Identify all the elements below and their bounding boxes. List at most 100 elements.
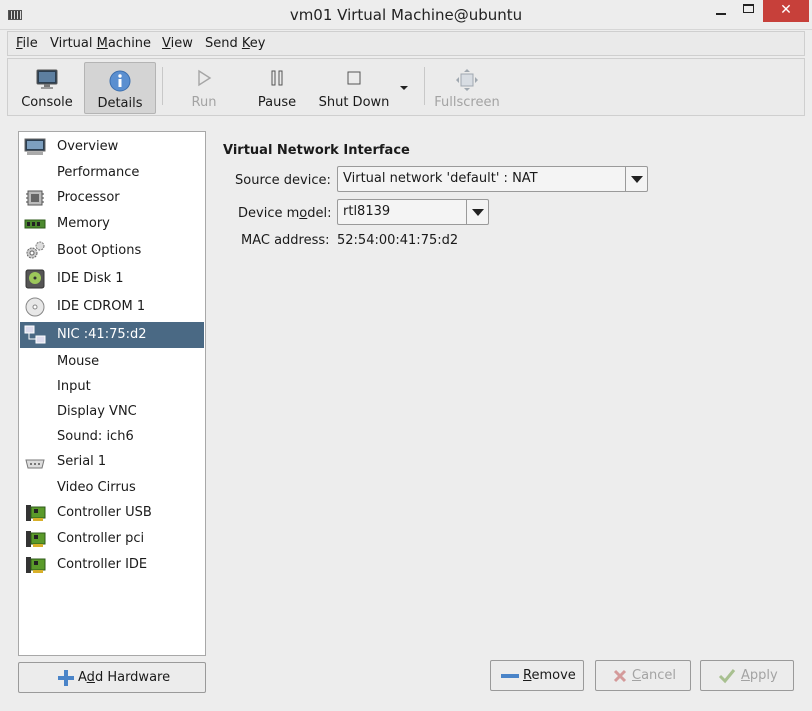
menu-view[interactable]: View: [162, 36, 193, 51]
device-model-label-pre: Device m: [238, 206, 300, 221]
play-icon: [198, 69, 212, 87]
section-title: Virtual Network Interface: [223, 143, 410, 158]
hw-item-overview[interactable]: Overview: [20, 134, 204, 160]
device-model-value: rtl8139: [343, 204, 391, 219]
pci-card-icon: [26, 531, 46, 547]
add-icon: [58, 670, 74, 686]
details-button[interactable]: Details: [84, 62, 156, 114]
menu-vm-label-pre: Virtual: [50, 36, 97, 51]
maximize-icon: [743, 4, 754, 13]
minimize-icon: [716, 13, 726, 15]
hw-item-input[interactable]: Input: [20, 374, 204, 400]
hw-item-label: Memory: [57, 216, 110, 231]
add-hardware-mnemonic: d: [86, 670, 95, 685]
mac-address-value: 52:54:00:41:75:d2: [337, 233, 459, 248]
hw-item-controller-ide[interactable]: Controller IDE: [20, 552, 204, 578]
pause-icon: [271, 70, 283, 86]
hw-item-processor[interactable]: Processor: [20, 185, 204, 211]
shut-down-button[interactable]: Shut Down: [316, 62, 392, 114]
hw-item-mouse[interactable]: Mouse: [20, 349, 204, 375]
source-device-dropdown-button[interactable]: [625, 167, 647, 191]
menu-file[interactable]: File: [16, 36, 38, 51]
add-hardware-label: Add Hardware: [78, 670, 170, 685]
add-hardware-button[interactable]: Add Hardware: [18, 662, 206, 693]
add-hardware-label-rest: d Hardware: [94, 670, 171, 685]
pause-button[interactable]: Pause: [245, 62, 309, 114]
device-model-dropdown-button[interactable]: [466, 200, 488, 224]
menu-file-label: ile: [22, 36, 38, 51]
hw-item-label: Overview: [57, 139, 119, 154]
mac-address-label: MAC address:: [241, 233, 330, 248]
hw-item-sound[interactable]: Sound: ich6: [20, 424, 204, 450]
apply-mnemonic: A: [741, 668, 750, 683]
device-model-select[interactable]: rtl8139: [337, 199, 489, 225]
menu-send-key-label: ey: [249, 36, 266, 51]
serial-icon: [25, 459, 45, 469]
device-model-label-post: del:: [307, 206, 332, 221]
cancel-icon: [613, 669, 627, 683]
hw-item-memory[interactable]: Memory: [20, 211, 204, 237]
hw-item-controller-pci[interactable]: Controller pci: [20, 526, 204, 552]
toolbar-separator: [424, 67, 425, 105]
hw-item-nic[interactable]: NIC :41:75:d2: [20, 322, 204, 348]
console-button[interactable]: Console: [13, 62, 81, 114]
pci-card-icon: [26, 505, 46, 521]
shut-down-menu-button[interactable]: [394, 62, 414, 114]
source-device-select[interactable]: Virtual network 'default' : NAT: [337, 166, 648, 192]
console-label: Console: [21, 95, 73, 110]
hw-item-label: Boot Options: [57, 243, 142, 258]
apply-button[interactable]: Apply: [700, 660, 794, 691]
hw-item-label: IDE Disk 1: [57, 271, 124, 286]
toolbar: Console Details Run Pause Shut Down Full…: [7, 58, 805, 116]
menu-view-mnemonic: V: [162, 36, 171, 51]
window-title: vm01 Virtual Machine@ubuntu: [289, 6, 523, 24]
hw-item-label: Display VNC: [57, 404, 137, 419]
console-monitor-icon: [36, 69, 58, 89]
minimize-button[interactable]: [706, 0, 736, 22]
hw-item-ide-disk-1[interactable]: IDE Disk 1: [20, 266, 204, 292]
title-bar: vm01 Virtual Machine@ubuntu ✕: [0, 0, 812, 30]
hw-item-label: IDE CDROM 1: [57, 299, 146, 314]
hw-item-label: Input: [57, 379, 91, 394]
hw-item-label: Processor: [57, 190, 120, 205]
menu-vm-mnemonic: M: [96, 36, 108, 51]
menu-send-key[interactable]: Send Key: [205, 36, 265, 51]
fullscreen-button[interactable]: Fullscreen: [432, 62, 502, 114]
cancel-button[interactable]: Cancel: [595, 660, 691, 691]
run-label: Run: [191, 95, 217, 110]
hw-item-label: Video Cirrus: [57, 480, 136, 495]
hardware-list: Overview Performance Processor Memory Bo…: [18, 131, 206, 656]
chevron-down-icon: [472, 209, 484, 216]
chevron-down-icon: [400, 86, 408, 90]
hw-item-performance[interactable]: Performance: [20, 160, 204, 186]
cpu-icon: [26, 190, 44, 206]
add-hardware-label-pre: A: [78, 670, 87, 685]
monitor-icon: [24, 138, 46, 155]
toolbar-separator: [162, 67, 163, 105]
hw-item-boot-options[interactable]: Boot Options: [20, 238, 204, 264]
hw-item-ide-cdrom-1[interactable]: IDE CDROM 1: [20, 294, 204, 320]
hw-item-display-vnc[interactable]: Display VNC: [20, 399, 204, 425]
cancel-mnemonic: C: [632, 668, 642, 683]
fullscreen-icon: [456, 69, 478, 91]
hw-item-controller-usb[interactable]: Controller USB: [20, 500, 204, 526]
remove-label: Remove: [523, 668, 576, 683]
maximize-button[interactable]: [734, 0, 764, 22]
menu-virtual-machine[interactable]: Virtual Machine: [50, 36, 151, 51]
stop-icon: [347, 71, 361, 85]
hw-item-serial-1[interactable]: Serial 1: [20, 449, 204, 475]
pause-label: Pause: [257, 95, 297, 110]
run-button[interactable]: Run: [173, 62, 235, 114]
remove-label-rest: emove: [531, 668, 576, 683]
checkmark-icon: [718, 669, 736, 684]
details-label: Details: [97, 96, 143, 111]
remove-button[interactable]: Remove: [490, 660, 584, 691]
menu-send-key-mnemonic: K: [241, 36, 250, 51]
close-button[interactable]: ✕: [763, 0, 809, 22]
hw-item-label: Sound: ich6: [57, 429, 134, 444]
hw-item-video-cirrus[interactable]: Video Cirrus: [20, 475, 204, 501]
chevron-down-icon: [631, 176, 643, 183]
hw-item-label: Performance: [57, 165, 140, 180]
gears-icon: [26, 241, 45, 259]
shut-down-label: Shut Down: [318, 95, 390, 110]
